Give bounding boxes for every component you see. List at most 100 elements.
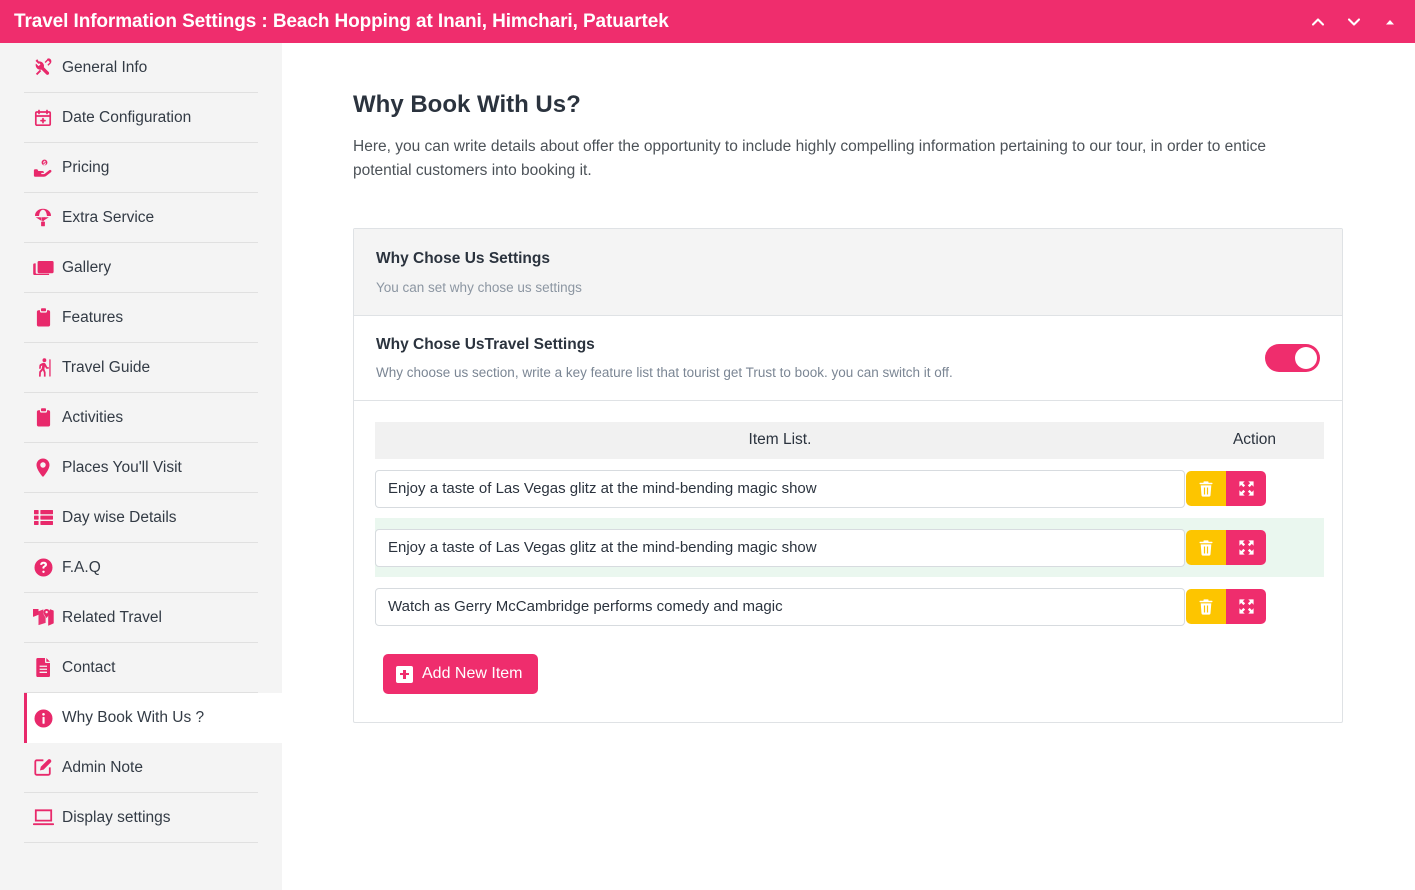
sidebar-item-display-settings[interactable]: Display settings [24,793,258,843]
sidebar-item-label: Related Travel [62,608,162,626]
add-new-item-label: Add New Item [422,665,523,682]
sidebar-item-label: Extra Service [62,208,155,226]
table-header-row: Item List. Action [375,422,1324,459]
move-item-button[interactable] [1226,589,1266,624]
display-icon [24,809,62,826]
hiking-icon [24,358,62,377]
sidebar-item-label: Activities [62,408,124,426]
card-header: Why Chose Us Settings You can set why ch… [354,229,1342,316]
table-row [375,518,1324,577]
info-circle-icon [24,709,62,728]
why-chose-us-toggle-switch[interactable] [1265,344,1320,372]
item-text-input[interactable] [375,469,1185,508]
tools-icon [24,58,62,77]
sidebar-item-admin-note[interactable]: Admin Note [24,743,258,793]
column-header-action: Action [1185,422,1324,459]
add-new-item-button[interactable]: Add New Item [383,654,539,694]
toggle-texts: Why Chose UsTravel Settings Why choose u… [376,336,1265,380]
sidebar-item-features[interactable]: Features [24,293,258,343]
item-text-input[interactable] [375,587,1185,626]
list-icon [24,510,62,525]
move-item-button[interactable] [1226,530,1266,565]
sidebar-item-label: F.A.Q [62,558,101,576]
table-body [375,459,1324,636]
item-text-input[interactable] [375,528,1185,567]
sidebar-item-date-configuration[interactable]: Date Configuration [24,93,258,143]
table-row [375,577,1324,636]
sidebar-item-label: Pricing [62,158,110,176]
sidebar-item-general-info[interactable]: General Info [24,43,258,93]
sidebar-item-related-travel[interactable]: Related Travel [24,593,258,643]
parachute-icon [24,208,62,227]
sidebar-nav-list: General Info Date Configuration Pricing … [0,43,306,843]
sidebar-item-day-wise-details[interactable]: Day wise Details [24,493,258,543]
clipboard-list-icon [24,308,62,327]
window-title: Travel Information Settings : Beach Hopp… [14,10,669,32]
row-action-buttons [1186,471,1266,506]
item-list-table: Item List. Action [375,422,1324,636]
item-cell [375,577,1185,636]
window-controls [1305,9,1415,35]
sidebar-item-gallery[interactable]: Gallery [24,243,258,293]
travel-settings-toggle-row: Why Chose UsTravel Settings Why choose u… [354,316,1342,401]
sidebar-item-label: Why Book With Us ? [62,709,205,726]
page-title: Why Book With Us? [353,91,581,118]
delete-item-button[interactable] [1186,589,1226,624]
sidebar-item-label: Features [62,308,124,326]
action-cell [1185,459,1324,518]
column-header-item-list: Item List. [375,422,1185,459]
map-marked-icon [24,608,62,627]
move-item-button[interactable] [1226,471,1266,506]
sidebar-item-label: Travel Guide [62,358,151,376]
card-header-subtitle: You can set why chose us settings [376,280,582,295]
main-content: Why Book With Us? Here, you can write de… [282,43,1415,890]
question-circle-icon [24,558,62,577]
row-action-buttons [1186,589,1266,624]
chevron-up-icon[interactable] [1305,9,1331,35]
toggle-subtitle: Why choose us section, write a key featu… [376,365,953,380]
sidebar-item-travel-guide[interactable]: Travel Guide [24,343,258,393]
page-description: Here, you can write details about offer … [353,138,1267,179]
calendar-plus-icon [24,109,62,127]
sidebar-item-activities[interactable]: Activities [24,393,258,443]
caret-up-icon[interactable] [1377,9,1403,35]
file-alt-icon [24,658,62,677]
item-cell [375,459,1185,518]
map-marker-icon [24,458,62,477]
sidebar-item-why-book-with-us[interactable]: Why Book With Us ? [24,693,306,743]
sidebar-item-label: Gallery [62,258,112,276]
sidebar-item-pricing[interactable]: Pricing [24,143,258,193]
delete-item-button[interactable] [1186,471,1226,506]
card-header-title: Why Chose Us Settings [376,250,550,267]
sidebar-item-label: Places You'll Visit [62,458,182,476]
action-cell [1185,577,1324,636]
sidebar-item-label: General Info [62,58,148,76]
chevron-down-icon[interactable] [1341,9,1367,35]
toggle-knob [1295,347,1317,369]
sidebar-item-places-youll-visit[interactable]: Places You'll Visit [24,443,258,493]
sidebar-item-extra-service[interactable]: Extra Service [24,193,258,243]
clipboard-list-icon [24,408,62,427]
table-row [375,459,1324,518]
edit-icon [24,758,62,777]
table-head: Item List. Action [375,422,1324,459]
why-chose-us-card: Why Chose Us Settings You can set why ch… [353,228,1343,723]
action-cell [1185,518,1324,577]
sidebar-item-label: Date Configuration [62,108,192,126]
toggle-title: Why Chose UsTravel Settings [376,336,595,353]
item-cell [375,518,1185,577]
images-icon [24,259,62,277]
hand-money-icon [24,159,62,177]
sidebar: General Info Date Configuration Pricing … [0,43,306,890]
sidebar-item-label: Contact [62,658,116,676]
sidebar-item-label: Admin Note [62,758,143,776]
sidebar-item-label: Display settings [62,808,171,826]
sidebar-item-contact[interactable]: Contact [24,643,258,693]
sidebar-item-label: Day wise Details [62,508,177,526]
plus-square-icon [396,665,413,683]
row-action-buttons [1186,530,1266,565]
item-table-wrap: Item List. Action Enjoy a taste of Las V… [354,401,1342,722]
title-bar: Travel Information Settings : Beach Hopp… [0,0,1415,43]
delete-item-button[interactable] [1186,530,1226,565]
sidebar-item-faq[interactable]: F.A.Q [24,543,258,593]
